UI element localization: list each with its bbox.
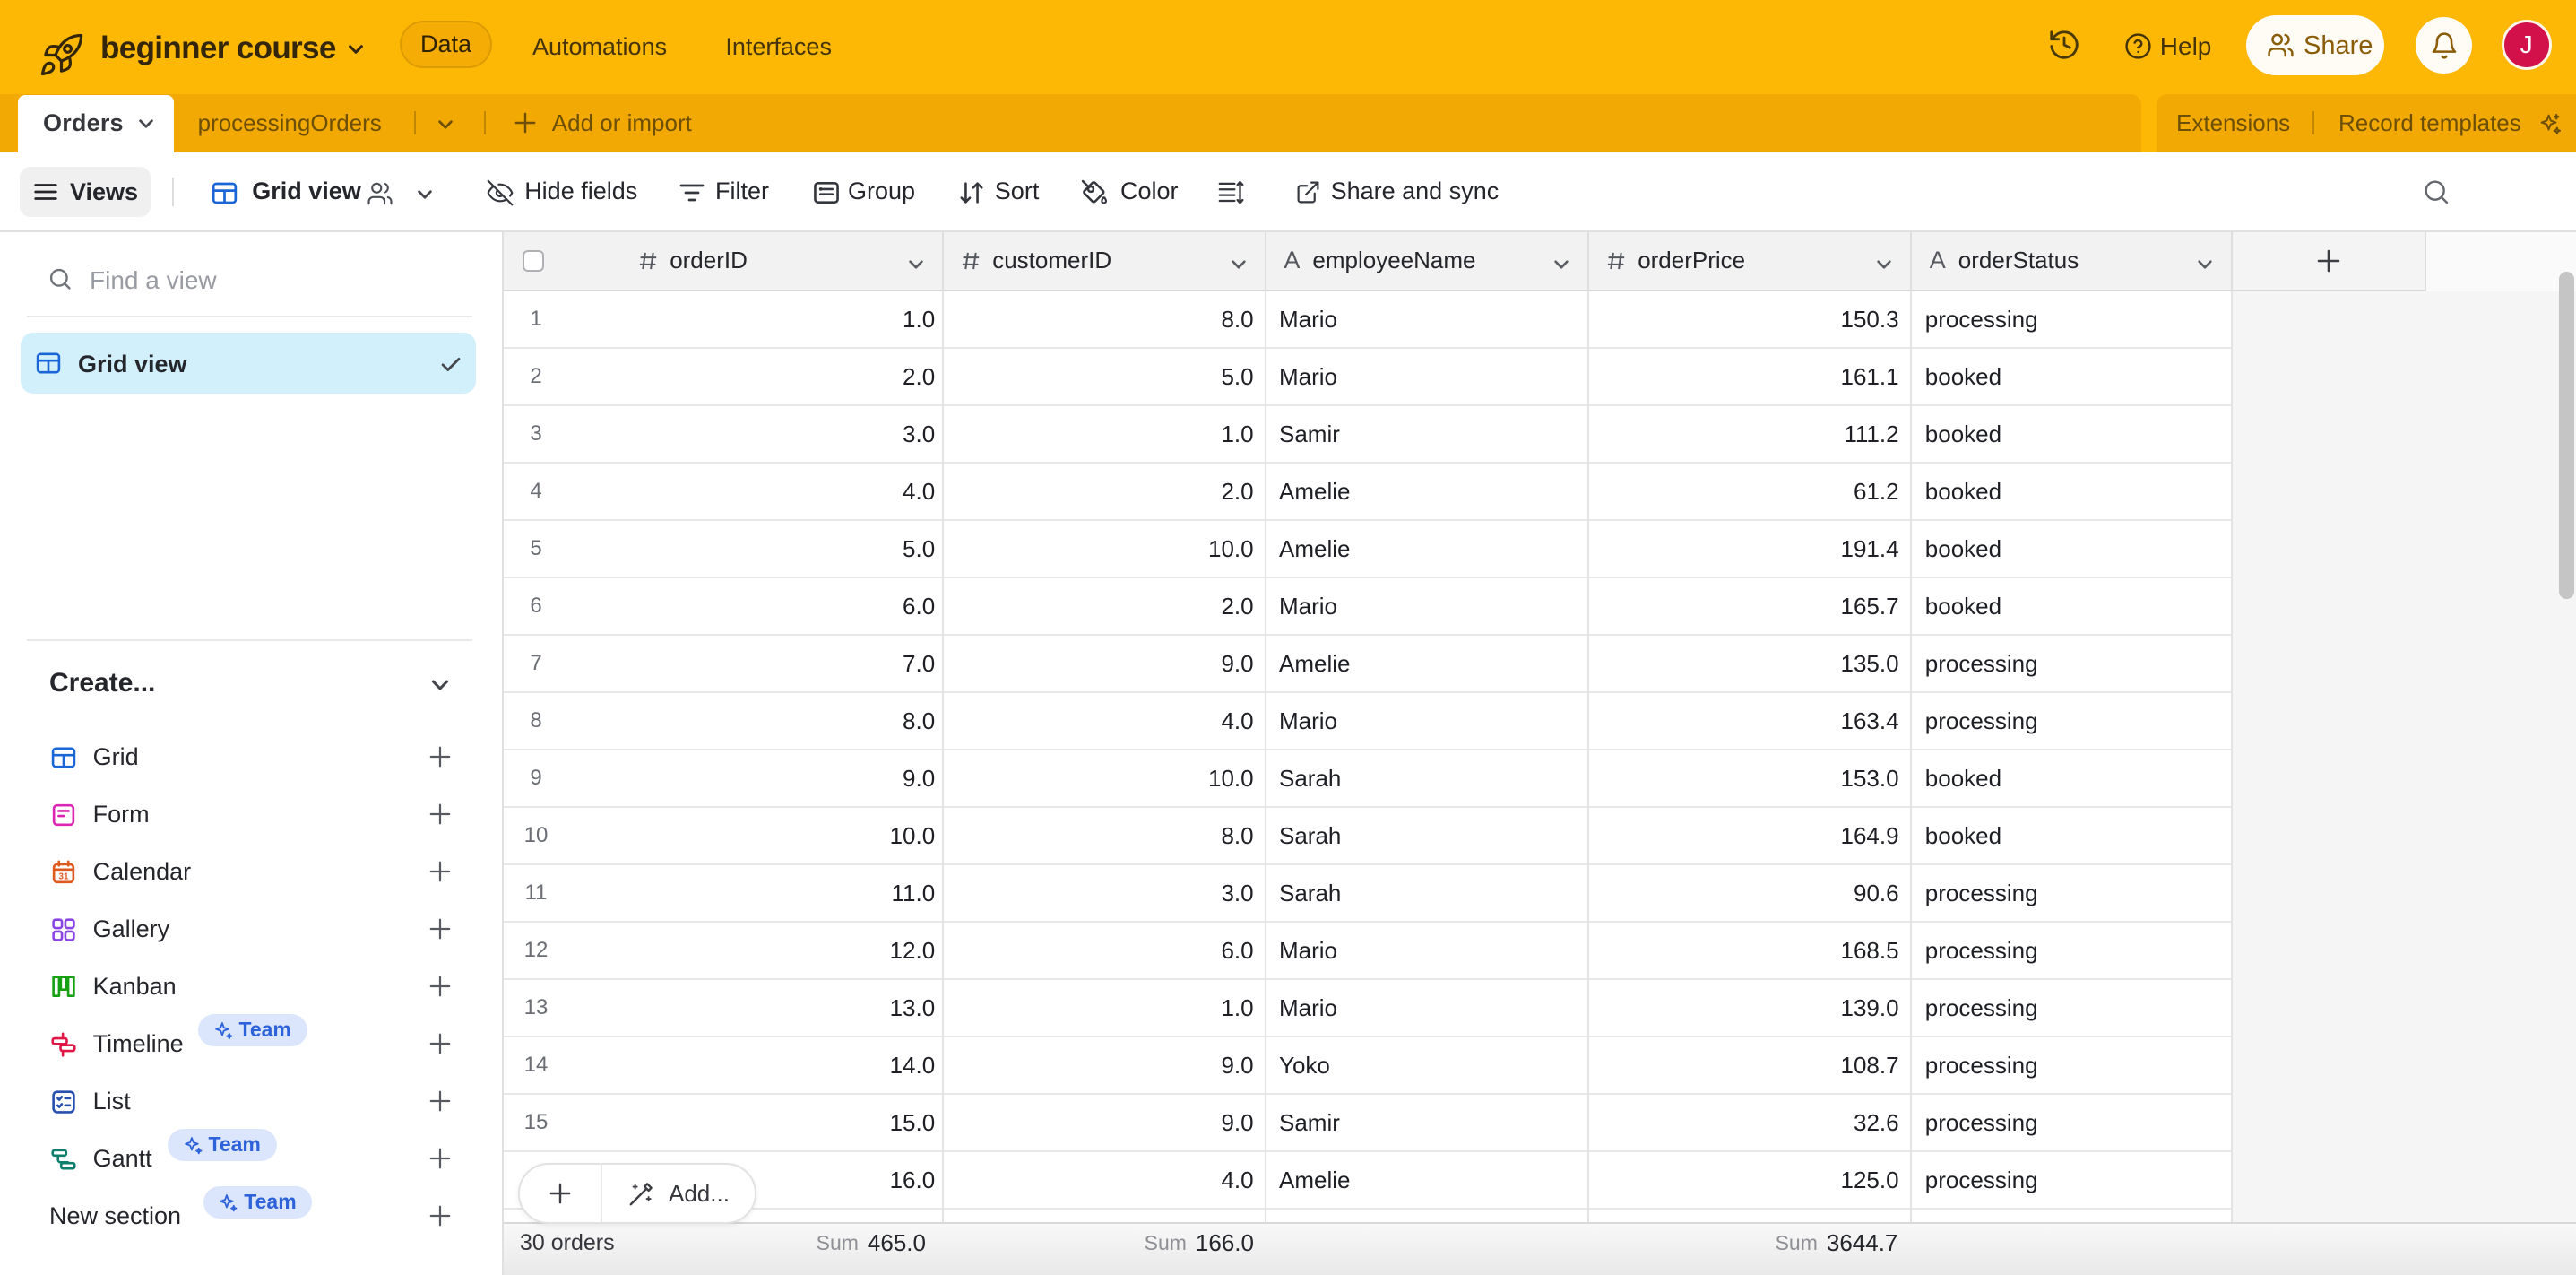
svg-text:31: 31 bbox=[58, 872, 68, 881]
